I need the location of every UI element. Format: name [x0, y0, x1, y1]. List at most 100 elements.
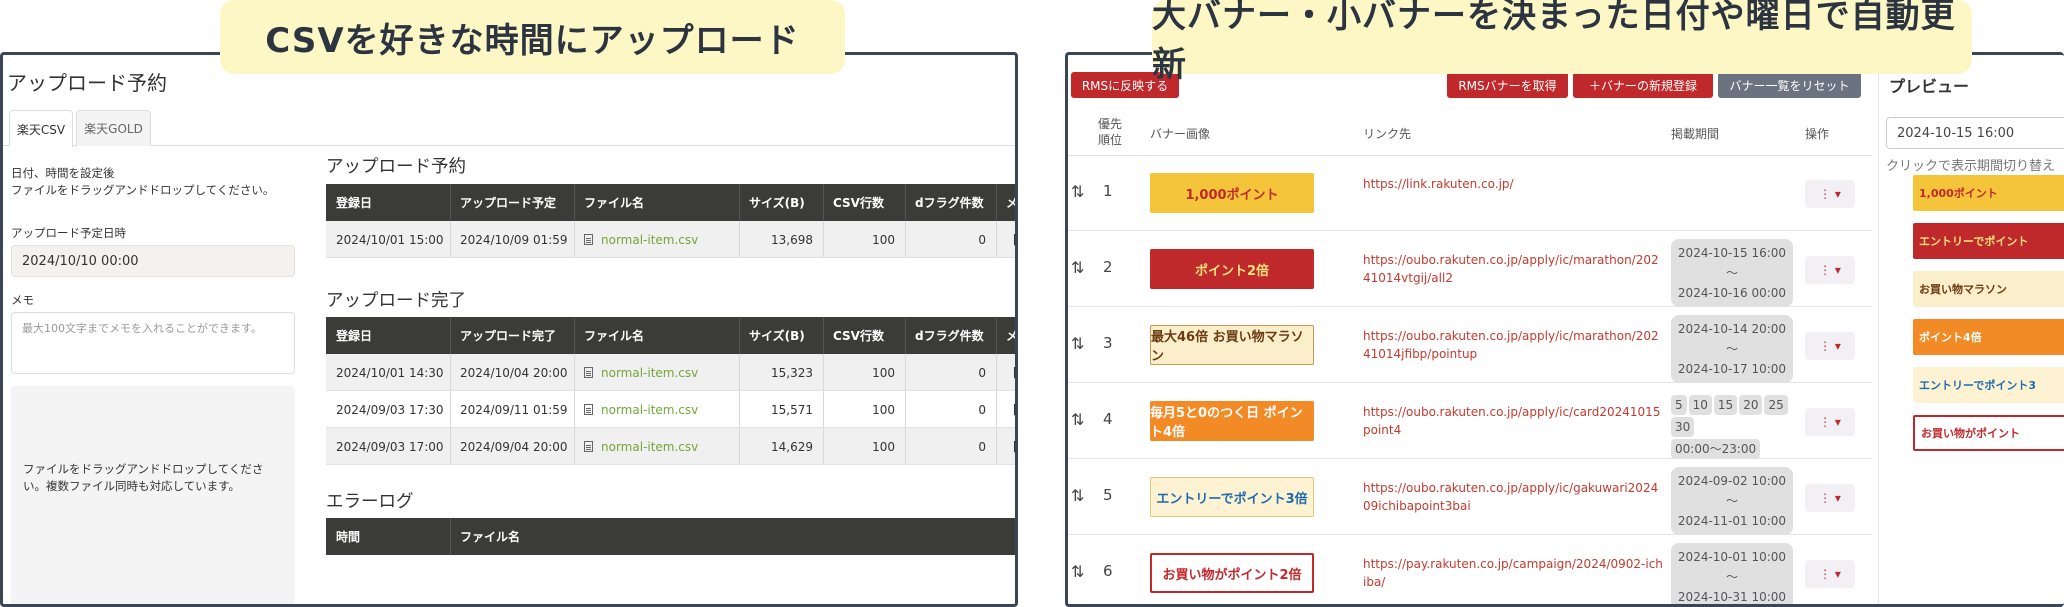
period-badge: 2024-10-14 20:00 〜 2024-10-17 10:00: [1671, 315, 1793, 383]
banner-row: ⇅ 4 毎月5と0のつく日 ポイント4倍 https://oubo.rakute…: [1068, 383, 1872, 459]
period-start: 2024-09-02 10:00: [1677, 474, 1787, 488]
row-action-menu-button[interactable]: ⋮ ▾: [1805, 408, 1855, 436]
banner-row: ⇅ 3 最大46倍 お買い物マラソン https://oubo.rakuten.…: [1068, 307, 1872, 383]
cell-memo: 【お: [1006, 233, 1018, 247]
file-icon: [584, 441, 593, 452]
memo-textarea[interactable]: 最大100文字までメモを入れることができます。: [11, 312, 295, 374]
tab-rakuten-gold[interactable]: 楽天GOLD: [76, 110, 151, 146]
day-chip: 15: [1713, 395, 1738, 415]
memo-label: メモ: [11, 293, 34, 307]
row-action-menu-button[interactable]: ⋮ ▾: [1805, 560, 1855, 588]
cell-size: 13,698: [771, 232, 813, 247]
banner-link[interactable]: https://oubo.rakuten.co.jp/apply/ic/mara…: [1363, 327, 1663, 363]
upload-datetime-input[interactable]: 2024/10/10 00:00: [11, 245, 295, 277]
file-name: normal-item.csv: [601, 365, 699, 380]
col-link: リンク先: [1363, 127, 1412, 141]
col-dflag: dフラグ件数: [915, 329, 984, 343]
period-end: 2024-10-17 10:00: [1677, 362, 1787, 376]
tab-rakuten-csv[interactable]: 楽天CSV: [9, 110, 73, 147]
banner-schedule-panel: RMSに反映する RMSバナーを取得 ＋バナーの新規登録 バナー一覧をリセット …: [1065, 52, 2064, 607]
day-chip: 5: [1671, 395, 1687, 415]
file-dropzone[interactable]: ファイルをドラッグアンドドロップしてください。複数ファイル同時も対応しています。: [11, 386, 295, 604]
banner-link[interactable]: https://link.rakuten.co.jp/: [1363, 175, 1663, 193]
reserved-heading: アップロード予約: [326, 157, 466, 177]
file-icon: [584, 404, 593, 415]
period-sep: 〜: [1725, 494, 1738, 508]
file-link[interactable]: normal-item.csv: [574, 354, 739, 391]
banner-image: お買い物がポイント2倍: [1150, 553, 1314, 593]
col-memo: メモ: [1006, 329, 1018, 343]
col-filename: ファイル名: [584, 196, 645, 210]
table-row: 2024/09/03 17:00 2024/09/04 20:00 normal…: [326, 428, 1018, 465]
banner-link[interactable]: https://pay.rakuten.co.jp/campaign/2024/…: [1363, 555, 1663, 591]
col-size: サイズ(B): [749, 329, 805, 343]
drag-handle-icon[interactable]: ⇅: [1071, 334, 1084, 353]
cell-completed: 2024/09/04 20:00: [460, 439, 568, 454]
col-completed: アップロード完了: [460, 329, 557, 343]
preview-toggle-note[interactable]: クリックで表示期間切り替え: [1886, 155, 2055, 174]
cell-rows: 100: [872, 365, 895, 380]
col-memo: メモ: [1006, 196, 1018, 210]
col-priority: 優先順位: [1098, 117, 1123, 147]
day-chip: 30: [1671, 417, 1695, 437]
preview-panel: プレビュー 2024-10-15 16:00 クリックで表示期間切り替え 1,0…: [1878, 55, 2064, 604]
cell-size: 15,323: [771, 365, 813, 380]
col-dflag: dフラグ件数: [915, 196, 984, 210]
page-title: アップロード予約: [7, 71, 167, 95]
preview-banner: お買い物マラソン: [1913, 271, 2064, 307]
cell-dflag: 0: [978, 365, 986, 380]
drag-handle-icon[interactable]: ⇅: [1071, 486, 1084, 505]
file-link[interactable]: normal-item.csv: [574, 221, 739, 258]
cell-completed: 2024/10/04 20:00: [460, 365, 568, 380]
period-end: 2024-10-16 00:00: [1677, 286, 1787, 300]
row-action-menu-button[interactable]: ⋮ ▾: [1805, 332, 1855, 360]
file-link[interactable]: normal-item.csv: [574, 391, 739, 428]
error-log-table: 時間 ファイル名: [326, 518, 1015, 555]
col-csv-rows: CSV行数: [833, 196, 884, 210]
period-sep: 〜: [1725, 342, 1738, 356]
table-header: 時間 ファイル名: [326, 518, 1015, 555]
banner-row: ⇅ 2 ポイント2倍 https://oubo.rakuten.co.jp/ap…: [1068, 231, 1872, 307]
upload-reservation-panel: アップロード予約 楽天CSV 楽天GOLD 日付、時間を設定後 ファイルをドラッ…: [0, 52, 1018, 607]
cell-size: 14,629: [771, 439, 813, 454]
banner-link[interactable]: https://oubo.rakuten.co.jp/apply/ic/mara…: [1363, 251, 1663, 287]
completed-heading: アップロード完了: [326, 291, 466, 311]
drag-handle-icon[interactable]: ⇅: [1071, 562, 1084, 581]
row-action-menu-button[interactable]: ⋮ ▾: [1805, 180, 1855, 208]
file-name: normal-item.csv: [601, 402, 699, 417]
cell-memo: 【楽: [1006, 403, 1018, 417]
preview-banner: エントリーでポイント: [1913, 223, 2064, 259]
callout-left: CSVを好きな時間にアップロード: [220, 0, 845, 74]
cell-size: 15,571: [771, 402, 813, 417]
cell-dflag: 0: [978, 402, 986, 417]
cell-dflag: 0: [978, 232, 986, 247]
preview-banner: エントリーでポイント3: [1913, 367, 2064, 403]
cell-dflag: 0: [978, 439, 986, 454]
preview-banner: 1,000ポイント: [1913, 175, 2064, 211]
preview-date-input[interactable]: 2024-10-15 16:00: [1886, 117, 2064, 149]
table-header: 登録日 アップロード予定 ファイル名 サイズ(B) CSV行数 dフラグ件数 メ…: [326, 184, 1018, 221]
banner-image: エントリーでポイント3倍: [1150, 477, 1314, 517]
drag-handle-icon[interactable]: ⇅: [1071, 182, 1084, 201]
drag-handle-icon[interactable]: ⇅: [1071, 410, 1084, 429]
row-action-menu-button[interactable]: ⋮ ▾: [1805, 484, 1855, 512]
col-registered: 登録日: [336, 329, 373, 343]
col-banner-image: バナー画像: [1150, 127, 1211, 141]
priority-number: 3: [1103, 334, 1113, 352]
period-badge: 2024-10-01 10:00 〜 2024-10-31 10:00: [1671, 543, 1793, 604]
file-link[interactable]: normal-item.csv: [574, 428, 739, 465]
cell-rows: 100: [872, 439, 895, 454]
banner-link[interactable]: https://oubo.rakuten.co.jp/apply/ic/card…: [1363, 403, 1663, 439]
error-log-heading: エラーログ: [326, 492, 414, 512]
banner-link[interactable]: https://oubo.rakuten.co.jp/apply/ic/gaku…: [1363, 479, 1663, 515]
day-chip: 20: [1739, 395, 1763, 415]
row-action-menu-button[interactable]: ⋮ ▾: [1805, 256, 1855, 284]
priority-number: 6: [1103, 562, 1113, 580]
cell-memo: 【楽: [1006, 440, 1018, 454]
drag-handle-icon[interactable]: ⇅: [1071, 258, 1084, 277]
period-start: 2024-10-14 20:00: [1677, 322, 1787, 336]
file-name: normal-item.csv: [601, 439, 699, 454]
table-row: 2024/10/01 14:30 2024/10/04 20:00 normal…: [326, 354, 1015, 391]
banner-image: 毎月5と0のつく日 ポイント4倍: [1150, 401, 1314, 441]
cell-registered: 2024/09/03 17:30: [336, 402, 444, 417]
